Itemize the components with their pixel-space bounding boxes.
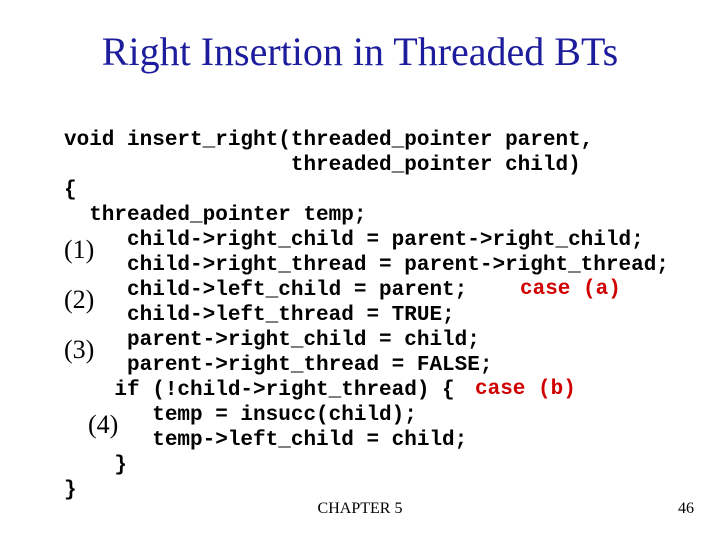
code-line-8: child->left_thread = TRUE; xyxy=(64,304,455,327)
code-line-1: void insert_right(threaded_pointer paren… xyxy=(64,129,593,152)
code-line-13: temp->left_child = child; xyxy=(64,429,467,452)
code-line-15: } xyxy=(64,479,77,502)
slide: Right Insertion in Threaded BTs void ins… xyxy=(0,0,720,540)
annotation-4: (4) xyxy=(88,410,118,440)
code-line-4: threaded_pointer temp; xyxy=(64,204,366,227)
code-line-10: parent->right_thread = FALSE; xyxy=(64,354,492,377)
slide-title: Right Insertion in Threaded BTs xyxy=(0,28,720,75)
code-line-6: child->right_thread = parent->right_thre… xyxy=(64,254,669,277)
code-line-14: } xyxy=(64,454,127,477)
annotation-3: (3) xyxy=(64,335,94,365)
case-a-label: case (a) xyxy=(520,278,621,301)
annotation-1: (1) xyxy=(64,235,94,265)
code-line-7: child->left_child = parent; xyxy=(64,279,467,302)
code-line-2: threaded_pointer child) xyxy=(64,154,581,177)
code-line-9: parent->right_child = child; xyxy=(64,329,480,352)
annotation-2: (2) xyxy=(64,285,94,315)
footer-right-page: 46 xyxy=(678,500,694,518)
code-line-11: if (!child->right_thread) { xyxy=(64,379,455,402)
code-line-3: { xyxy=(64,179,77,202)
footer-center: CHAPTER 5 xyxy=(0,500,720,518)
code-block: void insert_right(threaded_pointer paren… xyxy=(64,128,712,503)
code-line-5: child->right_child = parent->right_child… xyxy=(64,229,644,252)
case-b-label: case (b) xyxy=(475,378,576,401)
